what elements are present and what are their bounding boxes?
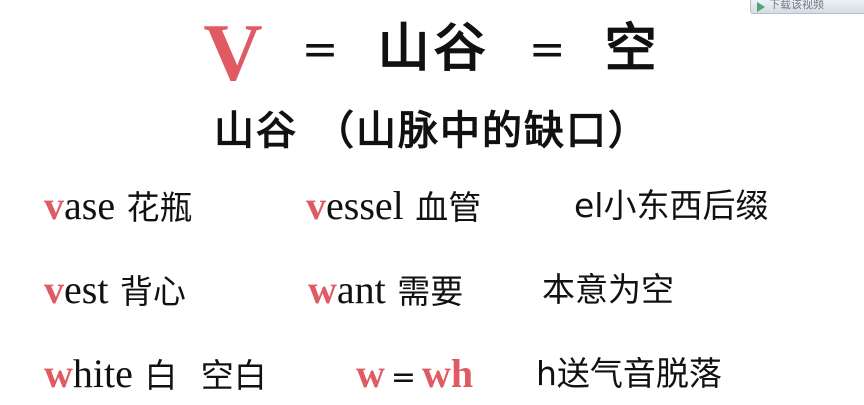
example-white: white 白 空白 [44,344,267,405]
note-suffix-el: el小东西后缀 [574,176,768,236]
equation-equals: = [390,360,417,395]
word-rest: essel [326,183,404,228]
word-meaning: 背心 [119,272,186,311]
note-text: h送气音脱落 [536,354,722,393]
word-rest: hite [72,351,133,396]
title-row: V = 山谷 = 空 [0,6,864,100]
word-meaning: 需要 [397,272,464,311]
word-prefix: v [44,267,64,312]
note-aspirate-dropped: h送气音脱落 [536,344,722,404]
subtitle: 山谷 （山脉中的缺口） [214,108,650,154]
word-rest: est [64,267,109,312]
word-prefix: v [306,183,326,228]
title-letter: V [203,7,263,98]
example-vest: vest 背心 [44,260,186,322]
word-rest: ant [336,267,386,312]
title-equals-1: = [301,24,339,75]
title-word-valley: 山谷 [377,19,490,79]
equation-left: w [356,351,385,396]
word-prefix: v [44,183,64,228]
example-vessel: vessel 血管 [306,176,481,238]
equation-right: wh [422,351,474,396]
example-want: want 需要 [308,260,463,322]
word-rest: ase [64,183,116,228]
title-word-empty: 空 [604,19,661,79]
word-meaning: 血管 [415,188,482,227]
example-vase: vase 花瓶 [44,176,193,238]
word-meaning: 白 [144,356,178,395]
word-prefix: w [44,351,73,396]
word-meaning: 花瓶 [126,188,193,227]
note-text: 本意为空 [542,270,674,309]
word-extra-meaning: 空白 [200,356,267,395]
title-equals-2: = [528,24,566,75]
equation-w-wh: w = wh [356,344,473,405]
note-empty-meaning: 本意为空 [542,260,674,320]
word-prefix: w [308,267,337,312]
note-text: el小东西后缀 [574,186,769,225]
